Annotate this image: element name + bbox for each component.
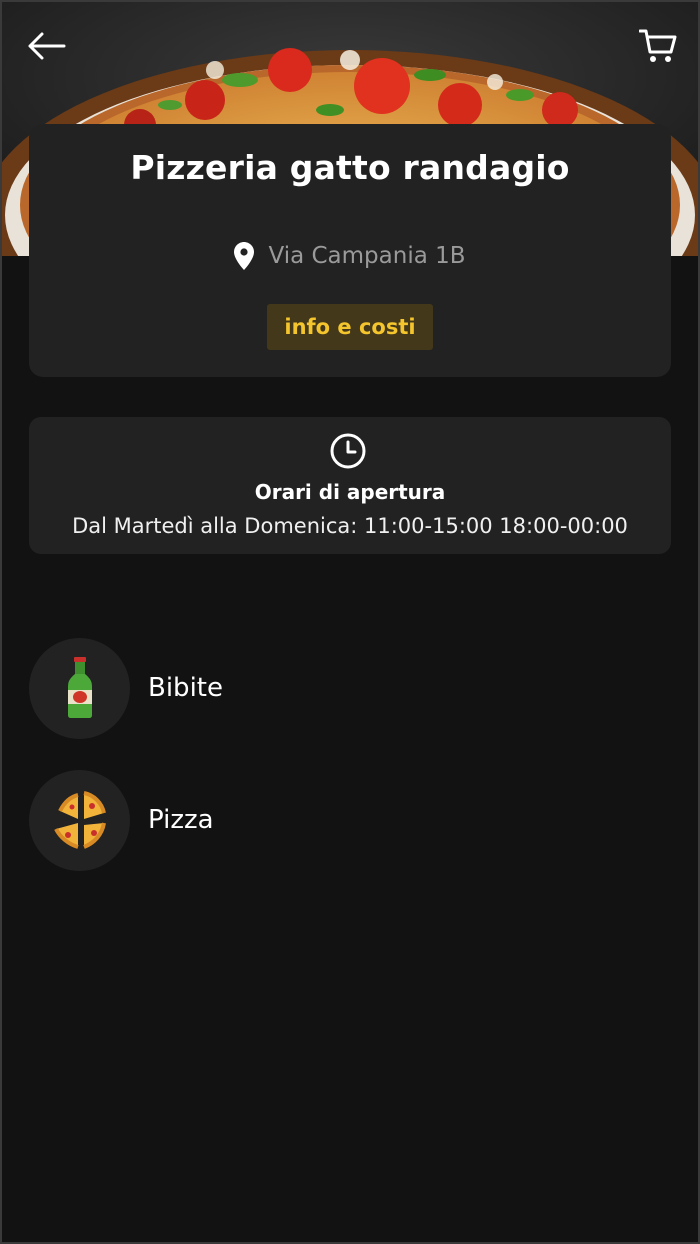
address-row: Via Campania 1B	[0, 240, 700, 272]
category-label: Pizza	[148, 805, 214, 835]
category-icon-circle	[29, 769, 130, 871]
category-bibite[interactable]: Bibite	[29, 637, 669, 739]
cart-icon	[639, 29, 677, 62]
category-icon-circle	[29, 637, 130, 739]
bottle-icon	[67, 657, 92, 718]
hours-text: Dal Martedì alla Domenica: 11:00-15:00 1…	[72, 514, 628, 538]
location-pin-icon	[234, 242, 255, 270]
hours-title: Orari di apertura	[254, 480, 446, 504]
address-text: Via Campania 1B	[268, 243, 466, 269]
cart-button[interactable]	[634, 22, 682, 70]
info-costs-button[interactable]: info e costi	[267, 304, 433, 350]
arrow-left-icon	[28, 32, 66, 60]
clock-icon	[330, 433, 366, 469]
restaurant-name: Pizzeria gatto randagio	[130, 148, 570, 187]
category-label: Bibite	[148, 673, 223, 703]
category-pizza[interactable]: Pizza	[29, 769, 669, 871]
back-button[interactable]	[22, 22, 70, 70]
pizza-slices-icon	[53, 791, 106, 849]
